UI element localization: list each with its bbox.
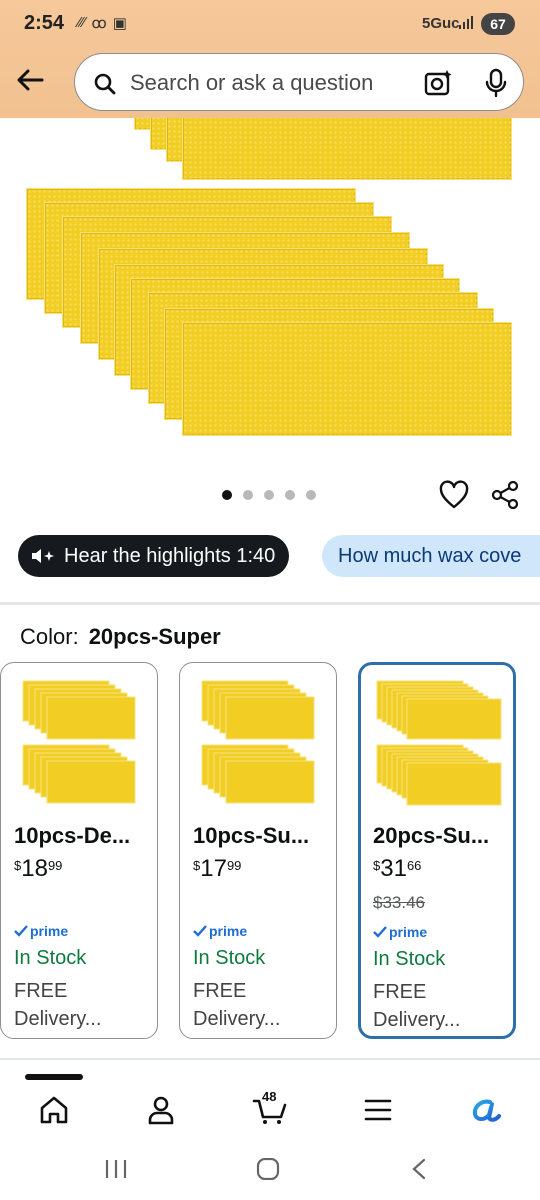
system-navigation [0, 1140, 540, 1200]
network-type: 5Guc [422, 15, 460, 32]
image-pager[interactable] [222, 490, 316, 500]
back-nav-icon[interactable] [410, 1158, 428, 1180]
menu-icon [364, 1099, 392, 1121]
variant-name: 20pcs-Su... [373, 823, 490, 848]
screenshot-icon: ▣ [112, 15, 127, 32]
nav-home[interactable] [34, 1090, 74, 1130]
hear-highlights-button[interactable]: Hear the highlights 1:40 [18, 535, 290, 577]
check-icon [193, 925, 207, 937]
nav-rufus[interactable] [466, 1090, 506, 1130]
stock-status: In Stock [14, 947, 87, 969]
variant-card[interactable]: 10pcs-Su... $1799 prime In Stock FREE De… [179, 662, 337, 1039]
prime-badge: prime [14, 923, 68, 939]
search-bar[interactable]: Search or ask a question [74, 53, 524, 111]
prime-badge: prime [193, 923, 247, 939]
pager-dot[interactable] [243, 490, 253, 500]
delivery-info: FREE Delivery... [373, 981, 461, 1031]
home-icon [40, 1096, 68, 1124]
app-screen: 2:54 ⁄⁄⁄ ꝏ ▣ 5Guc 67 Search or ask a que… [0, 0, 540, 1200]
stock-status: In Stock [193, 947, 266, 969]
signal-icon [459, 16, 473, 29]
search-input[interactable]: Search or ask a question [130, 70, 373, 96]
delivery-info: FREE Delivery... [193, 980, 281, 1030]
check-icon [14, 925, 28, 937]
variant-thumbnail [198, 679, 320, 809]
top-header: 2:54 ⁄⁄⁄ ꝏ ▣ 5Guc 67 Search or ask a que… [0, 0, 540, 118]
section-divider [0, 602, 540, 605]
status-bar: 2:54 ⁄⁄⁄ ꝏ ▣ 5Guc 67 [0, 0, 540, 48]
ask-question-chip[interactable]: How much wax cove [322, 535, 540, 577]
pager-dot-active[interactable] [222, 490, 232, 500]
variant-card-selected[interactable]: 20pcs-Su... $3166 $33.46 prime In Stock … [358, 662, 516, 1039]
list-price: $33.46 [373, 893, 425, 912]
notification-icons: ⁄⁄⁄ ꝏ ▣ [78, 14, 127, 32]
battery-level: 67 [481, 13, 515, 35]
color-value: 20pcs-Super [88, 624, 221, 649]
pager-dot[interactable] [285, 490, 295, 500]
color-label: Color: [20, 624, 79, 649]
cart-count-badge: 48 [262, 1089, 277, 1104]
nav-menu[interactable] [358, 1090, 398, 1130]
variant-card[interactable]: 10pcs-De... $1899 prime In Stock FREE De… [0, 662, 158, 1039]
nav-account[interactable] [141, 1090, 181, 1130]
color-selector-heading: Color: 20pcs-Super [20, 624, 221, 650]
variant-price: $1899 [14, 855, 63, 882]
status-time: 2:54 [24, 12, 65, 34]
wifi-calling-icon: ⁄⁄⁄ [78, 14, 86, 31]
variant-thumbnail [19, 679, 141, 809]
stock-status: In Stock [373, 948, 446, 970]
pager-dot[interactable] [264, 490, 274, 500]
wax-sheet [182, 118, 512, 180]
camera-lens-icon[interactable] [423, 68, 453, 98]
section-divider [0, 1058, 540, 1060]
share-icon[interactable] [490, 480, 520, 510]
prime-badge: prime [373, 924, 427, 940]
hear-highlights-label: Hear the highlights 1:40 [64, 544, 276, 567]
delivery-info: FREE Delivery... [14, 980, 102, 1030]
variant-thumbnail [375, 679, 502, 809]
ask-question-label: How much wax cove [338, 544, 522, 567]
account-icon [148, 1096, 174, 1125]
heart-icon[interactable] [438, 480, 470, 510]
product-image[interactable] [0, 118, 540, 478]
mic-icon[interactable] [483, 68, 509, 98]
variant-price: $1799 [193, 855, 242, 882]
recents-icon[interactable] [104, 1158, 128, 1180]
wax-sheet [182, 322, 512, 436]
back-arrow-icon [17, 69, 44, 91]
rufus-icon [472, 1099, 501, 1122]
variant-name: 10pcs-Su... [193, 823, 310, 848]
variant-price: $3166 [373, 855, 422, 882]
back-button[interactable] [12, 62, 48, 98]
voicemail-icon: ꝏ [91, 15, 107, 32]
check-icon [373, 926, 387, 938]
search-icon [94, 73, 116, 95]
pager-dot[interactable] [306, 490, 316, 500]
speaker-sparkle-icon [32, 549, 54, 563]
variant-name: 10pcs-De... [14, 823, 131, 848]
home-button-icon[interactable] [256, 1158, 280, 1180]
